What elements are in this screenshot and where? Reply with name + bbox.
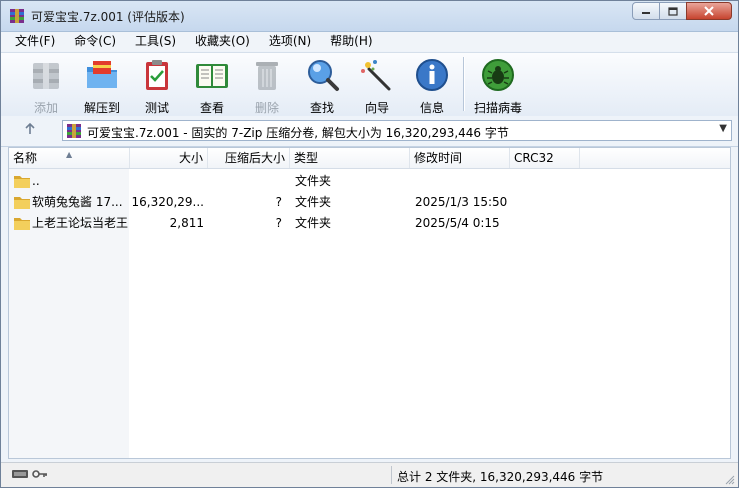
title-bar[interactable]: 可爱宝宝.7z.001 (评估版本) bbox=[1, 1, 738, 32]
test-label: 测试 bbox=[144, 101, 169, 115]
archive-icon bbox=[67, 124, 81, 138]
find-label: 查找 bbox=[309, 101, 334, 115]
delete-label: 删除 bbox=[254, 101, 279, 115]
list-header: 名称 ▲ 大小 压缩后大小 类型 修改时间 CRC32 bbox=[9, 148, 730, 169]
sort-ascending-icon: ▲ bbox=[66, 150, 73, 159]
row-size: 2,811 bbox=[169, 216, 204, 230]
winrar-window: 可爱宝宝.7z.001 (评估版本) 文件(F) 命令(C) 工具(S) 收藏夹… bbox=[0, 0, 739, 488]
row-modified: 2025/5/4 0:15 bbox=[415, 216, 500, 230]
column-header-packed[interactable]: 压缩后大小 bbox=[208, 148, 290, 168]
close-button[interactable] bbox=[686, 2, 732, 20]
toolbar: 添加 解压到 测试 查看 删除 查找 向导 信息 扫描病毒 bbox=[1, 52, 738, 117]
address-combobox[interactable]: 可爱宝宝.7z.001 - 固实的 7-Zip 压缩分卷, 解包大小为 16,3… bbox=[62, 120, 732, 141]
status-icons bbox=[12, 468, 48, 480]
table-row[interactable]: 软萌兔兔酱 17... 16,320,29... ? 文件夹 2025/1/3 … bbox=[9, 192, 730, 213]
menu-help[interactable]: 帮助(H) bbox=[320, 32, 381, 51]
virus-scan-icon bbox=[482, 59, 514, 91]
drive-icon[interactable] bbox=[12, 468, 28, 480]
extract-folder-icon bbox=[87, 61, 117, 88]
window-title: 可爱宝宝.7z.001 (评估版本) bbox=[31, 10, 185, 24]
close-icon bbox=[704, 6, 714, 16]
toolbar-separator bbox=[463, 57, 464, 111]
add-label: 添加 bbox=[33, 101, 58, 115]
view-book-icon bbox=[196, 64, 228, 88]
folder-icon bbox=[14, 218, 30, 230]
row-size bbox=[130, 171, 204, 192]
row-type: 文件夹 bbox=[295, 174, 332, 188]
row-packed bbox=[208, 171, 282, 192]
info-icon bbox=[416, 59, 448, 91]
extract-to-label: 解压到 bbox=[83, 101, 120, 115]
wizard-button[interactable]: 向导 bbox=[350, 55, 404, 115]
arrow-up-icon bbox=[25, 122, 35, 134]
row-name: 上老王论坛当老王 bbox=[32, 216, 128, 230]
wizard-label: 向导 bbox=[364, 101, 389, 115]
status-summary: 总计 2 文件夹, 16,320,293,446 字节 bbox=[397, 470, 604, 484]
table-row[interactable]: 上老王论坛当老王 2,811 ? 文件夹 2025/5/4 0:15 bbox=[9, 213, 730, 234]
trash-icon bbox=[256, 62, 278, 90]
delete-button[interactable]: 删除 bbox=[240, 55, 294, 115]
column-header-modified[interactable]: 修改时间 bbox=[410, 148, 510, 168]
menu-tools[interactable]: 工具(S) bbox=[125, 32, 185, 51]
wizard-wand-icon bbox=[361, 60, 391, 91]
minimize-button[interactable] bbox=[632, 2, 660, 20]
row-crc bbox=[515, 213, 580, 234]
info-label: 信息 bbox=[419, 101, 444, 115]
magnifier-icon bbox=[308, 60, 339, 91]
minimize-icon bbox=[642, 12, 650, 14]
menu-bar: 文件(F) 命令(C) 工具(S) 收藏夹(O) 选项(N) 帮助(H) bbox=[1, 32, 738, 51]
row-modified: 2025/1/3 15:50 bbox=[415, 195, 508, 209]
maximize-icon bbox=[668, 6, 678, 16]
maximize-button[interactable] bbox=[659, 2, 687, 20]
row-crc bbox=[515, 171, 580, 192]
folder-icon bbox=[14, 197, 30, 209]
column-header-crc32[interactable]: CRC32 bbox=[510, 148, 580, 168]
test-clipboard-icon bbox=[146, 60, 168, 90]
extract-to-button[interactable]: 解压到 bbox=[75, 55, 129, 115]
row-packed: ? bbox=[275, 216, 282, 230]
row-packed: ? bbox=[275, 195, 282, 209]
file-list[interactable]: 名称 ▲ 大小 压缩后大小 类型 修改时间 CRC32 .. 文件夹 软萌兔兔酱… bbox=[8, 147, 731, 459]
address-text: 可爱宝宝.7z.001 - 固实的 7-Zip 压缩分卷, 解包大小为 16,3… bbox=[87, 126, 509, 140]
row-type: 文件夹 bbox=[295, 216, 332, 230]
view-label: 查看 bbox=[199, 101, 224, 115]
row-name: .. bbox=[32, 174, 40, 188]
row-type: 文件夹 bbox=[295, 195, 332, 209]
virus-scan-button[interactable]: 扫描病毒 bbox=[469, 55, 527, 115]
window-controls bbox=[632, 2, 732, 20]
row-size: 16,320,29... bbox=[131, 195, 204, 209]
winrar-app-icon bbox=[10, 9, 24, 23]
column-header-type[interactable]: 类型 bbox=[290, 148, 410, 168]
menu-commands[interactable]: 命令(C) bbox=[64, 32, 125, 51]
dropdown-arrow-icon[interactable]: ▼ bbox=[719, 123, 727, 134]
menu-file[interactable]: 文件(F) bbox=[5, 32, 64, 51]
column-name-label: 名称 bbox=[13, 151, 38, 165]
key-icon[interactable] bbox=[32, 468, 48, 480]
test-button[interactable]: 测试 bbox=[130, 55, 184, 115]
row-name: 软萌兔兔酱 17... bbox=[32, 195, 123, 209]
column-header-name[interactable]: 名称 ▲ bbox=[9, 148, 130, 168]
virus-scan-label: 扫描病毒 bbox=[473, 101, 522, 115]
add-button[interactable]: 添加 bbox=[19, 55, 73, 115]
row-crc bbox=[515, 192, 580, 213]
status-bar: 总计 2 文件夹, 16,320,293,446 字节 bbox=[1, 462, 738, 487]
add-archive-icon bbox=[33, 63, 59, 89]
row-modified bbox=[415, 171, 510, 192]
status-divider bbox=[391, 466, 392, 484]
find-button[interactable]: 查找 bbox=[295, 55, 349, 115]
resize-grip-icon[interactable] bbox=[725, 475, 735, 485]
table-row[interactable]: .. 文件夹 bbox=[9, 171, 730, 192]
folder-icon bbox=[14, 176, 30, 188]
menu-favorites[interactable]: 收藏夹(O) bbox=[185, 32, 259, 51]
view-button[interactable]: 查看 bbox=[185, 55, 239, 115]
address-bar: 可爱宝宝.7z.001 - 固实的 7-Zip 压缩分卷, 解包大小为 16,3… bbox=[1, 116, 738, 147]
menu-options[interactable]: 选项(N) bbox=[259, 32, 320, 51]
up-one-level-button[interactable] bbox=[19, 122, 41, 140]
column-header-size[interactable]: 大小 bbox=[130, 148, 208, 168]
info-button[interactable]: 信息 bbox=[405, 55, 459, 115]
